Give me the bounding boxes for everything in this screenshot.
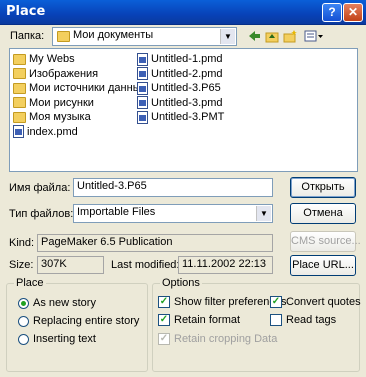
radio-button[interactable] <box>18 333 29 345</box>
file-name: index.pmd <box>27 125 78 138</box>
file-list-item[interactable]: Мои рисунки <box>13 96 94 110</box>
checkbox[interactable] <box>270 314 282 326</box>
file-list-item[interactable]: Моя музыка <box>13 110 91 124</box>
filetype-select[interactable]: Importable Files ▼ <box>73 204 273 223</box>
checkbox[interactable]: ✓ <box>158 333 170 345</box>
checkbox[interactable]: ✓ <box>270 296 282 308</box>
retain-format-checkbox[interactable]: ✓ Retain format <box>158 314 240 326</box>
radio-button[interactable] <box>18 297 29 309</box>
folder-icon <box>57 31 70 42</box>
read-tags-checkbox[interactable]: Read tags <box>270 314 336 326</box>
file-name: Untitled-3.pmd <box>151 96 223 109</box>
document-icon <box>137 96 148 109</box>
modified-label: Last modified: <box>111 259 180 271</box>
help-button[interactable]: ? <box>322 3 342 22</box>
file-name: Untitled-1.pmd <box>151 53 223 65</box>
view-menu-icon[interactable] <box>304 30 324 43</box>
folder-icon <box>13 111 26 123</box>
file-list-item[interactable]: Untitled-3.P65 <box>137 81 221 95</box>
folder-icon <box>13 82 26 94</box>
filetype-value: Importable Files <box>77 206 156 218</box>
file-list-item[interactable]: Untitled-2.pmd <box>137 67 223 81</box>
open-button[interactable]: Открыть <box>290 177 356 198</box>
document-icon <box>137 110 148 124</box>
close-button[interactable]: ✕ <box>343 3 363 22</box>
place-url-button[interactable]: Place URL... <box>290 255 356 276</box>
convert-quotes-checkbox[interactable]: ✓ Convert quotes <box>270 296 361 308</box>
file-name: Изображения <box>29 67 99 80</box>
file-name: Untitled-3.PMT <box>151 111 225 123</box>
checkbox-label: Convert quotes <box>286 296 361 308</box>
file-list-item[interactable]: Untitled-3.pmd <box>137 96 223 110</box>
cancel-button[interactable]: Отмена <box>290 203 356 224</box>
checkbox[interactable]: ✓ <box>158 296 170 308</box>
document-icon <box>137 52 148 66</box>
file-list-item[interactable]: Untitled-1.pmd <box>137 52 223 66</box>
title-bar: Place ? ✕ <box>0 0 366 25</box>
radio-label: As new story <box>33 297 96 309</box>
filename-label: Имя файла: <box>9 182 71 194</box>
checkbox-label: Retain format <box>174 314 241 326</box>
back-arrow-icon[interactable] <box>247 30 261 43</box>
size-label: Size: <box>9 259 34 271</box>
radio-inserting-text[interactable]: Inserting text <box>18 333 96 345</box>
folder-icon <box>13 53 26 65</box>
file-list-item[interactable]: Мои источники данных <box>13 81 146 95</box>
lookin-value: Мои документы <box>73 29 154 41</box>
checkbox-label: Read tags <box>286 314 337 326</box>
document-icon <box>13 125 24 138</box>
checkbox[interactable]: ✓ <box>158 314 170 326</box>
radio-label: Replacing entire story <box>33 315 140 327</box>
up-folder-icon[interactable] <box>265 30 279 43</box>
chevron-down-icon[interactable]: ▼ <box>220 29 235 44</box>
kind-value: PageMaker 6.5 Publication <box>37 234 273 252</box>
cms-source-button[interactable]: CMS source... <box>290 231 361 252</box>
radio-as-new-story[interactable]: As new story <box>18 297 96 309</box>
retain-cropping-checkbox[interactable]: ✓ Retain cropping Data <box>158 333 277 345</box>
checkbox-label: Retain cropping Data <box>174 333 278 345</box>
lookin-combo[interactable]: Мои документы ▼ <box>52 27 237 46</box>
document-icon <box>137 81 148 95</box>
file-name: Untitled-2.pmd <box>151 67 223 80</box>
file-name: My Webs <box>29 53 75 65</box>
file-list-item[interactable]: Untitled-3.PMT <box>137 110 224 124</box>
file-name: Мои источники данных <box>29 82 147 94</box>
window-title: Place <box>6 4 46 19</box>
modified-value: 11.11.2002 22:13 <box>178 256 273 274</box>
show-filter-checkbox[interactable]: ✓ Show filter preferences <box>158 296 287 308</box>
radio-label: Inserting text <box>33 333 96 345</box>
filename-input[interactable]: Untitled-3.P65 <box>73 178 273 197</box>
file-list[interactable]: My Webs Изображения Мои источники данных Мо… <box>9 48 358 172</box>
lookin-label: Папка: <box>10 30 45 42</box>
place-group-title: Place <box>14 277 46 289</box>
file-name: Untitled-3.P65 <box>151 82 221 94</box>
options-group-title: Options <box>160 277 202 289</box>
file-list-item[interactable]: My Webs <box>13 52 75 66</box>
filetype-label: Тип файлов: <box>9 208 74 220</box>
file-name: Моя музыка <box>29 111 91 123</box>
chevron-down-icon[interactable]: ▼ <box>256 206 271 221</box>
file-list-item[interactable]: index.pmd <box>13 125 78 139</box>
document-icon <box>137 67 148 80</box>
new-folder-icon[interactable] <box>283 30 297 43</box>
folder-icon <box>13 97 26 108</box>
radio-replacing-story[interactable]: Replacing entire story <box>18 315 139 327</box>
folder-icon <box>13 68 26 79</box>
file-list-item[interactable]: Изображения <box>13 67 98 81</box>
size-value: 307K <box>37 256 104 274</box>
file-name: Мои рисунки <box>29 96 94 109</box>
kind-label: Kind: <box>9 237 35 249</box>
radio-button[interactable] <box>18 315 29 327</box>
